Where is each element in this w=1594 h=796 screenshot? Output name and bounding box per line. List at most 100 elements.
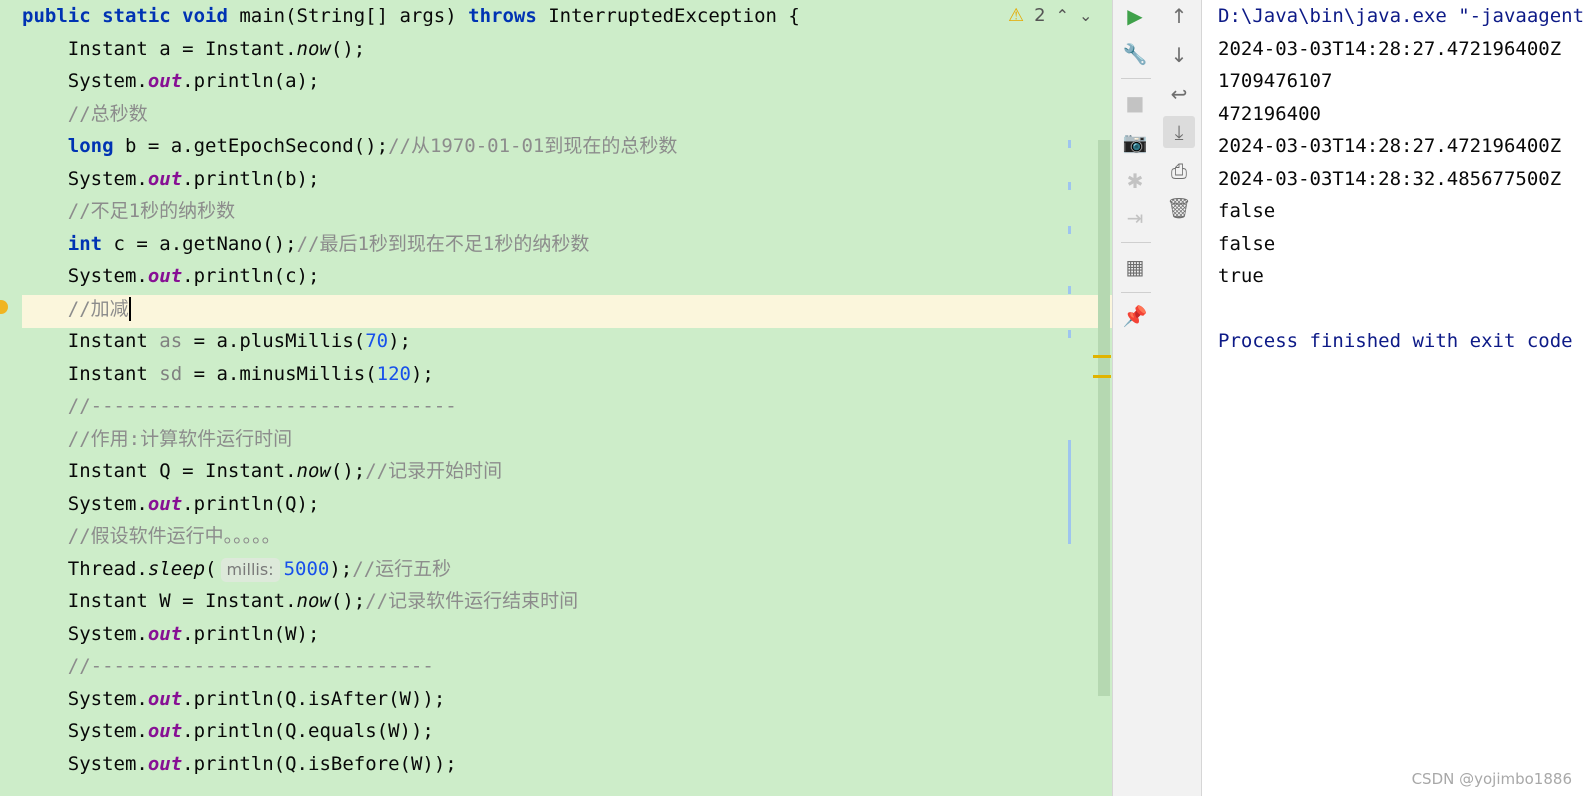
layout-icon[interactable]: ▦	[1119, 251, 1151, 283]
code-line[interactable]: Instant Q = Instant.now();//记录开始时间	[0, 455, 502, 488]
wrench-icon[interactable]: 🔧	[1119, 38, 1151, 70]
code-line[interactable]: //假设软件运行中。。。。。	[0, 520, 281, 553]
code-token: System.	[22, 167, 148, 190]
code-token: ();	[330, 37, 366, 60]
exit-icon[interactable]: ⇥	[1119, 202, 1151, 234]
next-highlight-icon[interactable]: ⌄	[1079, 6, 1092, 25]
code-token: out	[147, 752, 183, 775]
toolbar-separator	[1121, 242, 1151, 243]
previous-highlight-icon[interactable]: ⌃	[1056, 6, 1069, 25]
code-line[interactable]: System.out.println(Q);	[0, 488, 320, 521]
code-editor[interactable]: public static void main(String[] args) t…	[0, 0, 1112, 796]
print-icon[interactable]: ⎙	[1163, 155, 1195, 187]
console-line: D:\Java\bin\java.exe "-javaagent	[1218, 5, 1585, 27]
code-line[interactable]: System.out.println(Q.isBefore(W));	[0, 748, 457, 781]
code-token: now	[296, 590, 331, 612]
run-toolbar: ▶ 🔧 ■ 📷 ✱ ⇥ ▦ 📌	[1112, 0, 1158, 796]
code-token: (	[205, 557, 217, 580]
code-line[interactable]: Instant sd = a.minusMillis(120);	[0, 358, 434, 391]
code-token: Instant	[22, 330, 160, 352]
code-token: int	[67, 232, 114, 255]
code-line[interactable]: Instant as = a.plusMillis(70);	[0, 325, 411, 358]
code-token: .println(W);	[182, 622, 320, 645]
code-line[interactable]: System.out.println(c);	[0, 260, 320, 293]
console-line: true	[1218, 265, 1264, 287]
trash-icon[interactable]: 🗑	[1163, 192, 1195, 224]
code-token: //记录开始时间	[365, 460, 503, 482]
code-token: System.	[22, 622, 148, 645]
code-line[interactable]: //加减	[0, 293, 131, 326]
code-token: //加减	[22, 297, 129, 320]
code-token: public static void	[22, 5, 240, 27]
change-marker	[1068, 226, 1071, 234]
code-token: .println(Q.isAfter(W));	[182, 687, 446, 710]
warning-icon: ⚠	[1008, 4, 1025, 26]
console-line: 2024-03-03T14:28:27.472196400Z	[1218, 135, 1562, 157]
code-line[interactable]: int c = a.getNano();//最后1秒到现在不足1秒的纳秒数	[0, 228, 590, 261]
code-token: //记录软件运行结束时间	[365, 590, 579, 612]
code-line[interactable]: //总秒数	[0, 98, 148, 131]
code-token: .println(Q.equals(W));	[182, 720, 434, 742]
code-token: 70	[365, 330, 389, 352]
code-line[interactable]: System.out.println(b);	[0, 163, 320, 196]
scroll-up-icon[interactable]: ↑	[1163, 0, 1195, 32]
code-line[interactable]: System.out.println(a);	[0, 65, 320, 98]
scroll-to-end-icon[interactable]: ⤓	[1163, 116, 1195, 148]
scroll-down-icon[interactable]: ↓	[1163, 39, 1195, 71]
code-token: out	[147, 265, 183, 287]
code-token: out	[147, 720, 183, 742]
code-token: Instant a = Instant.	[22, 37, 297, 60]
code-line[interactable]: //------------------------------	[0, 650, 434, 683]
code-token: System.	[22, 720, 148, 742]
editor-scrollbar[interactable]	[1098, 140, 1110, 696]
console-line: 2024-03-03T14:28:27.472196400Z	[1218, 37, 1562, 60]
inspection-widget[interactable]: ⚠ 2 ⌃ ⌄	[1008, 2, 1092, 28]
code-token: = a.plusMillis(	[182, 330, 366, 352]
code-token: Thread.	[22, 557, 148, 580]
camera-icon[interactable]: 📷	[1119, 126, 1151, 158]
code-line[interactable]: System.out.println(W);	[0, 618, 320, 651]
stop-icon[interactable]: ■	[1119, 87, 1151, 119]
console-toolbar: ↑ ↓ ↩ ⤓ ⎙ 🗑	[1157, 0, 1202, 796]
code-line[interactable]: public static void main(String[] args) t…	[0, 0, 800, 33]
warning-stripe[interactable]	[1093, 375, 1111, 378]
code-line[interactable]: Instant a = Instant.now();	[0, 33, 365, 66]
code-token: //假设软件运行中。。。。。	[22, 525, 281, 547]
code-line[interactable]: System.out.println(Q.equals(W));	[0, 715, 434, 748]
code-token: out	[147, 492, 183, 515]
code-line[interactable]: long b = a.getEpochSecond();//从1970-01-0…	[0, 130, 678, 163]
debug-bug-icon[interactable]: ✱	[1119, 165, 1151, 197]
code-line[interactable]: Instant W = Instant.now();//记录软件运行结束时间	[0, 585, 578, 618]
code-line[interactable]: //--------------------------------	[0, 390, 457, 423]
code-token: as	[159, 330, 183, 352]
code-token: b = a.getEpochSecond();	[124, 135, 389, 157]
text-caret	[128, 297, 131, 321]
code-token: 120	[376, 362, 411, 385]
warning-stripe[interactable]	[1093, 355, 1111, 358]
run-console[interactable]: CSDN @yojimbo1886 D:\Java\bin\java.exe "…	[1202, 0, 1594, 796]
code-token: out	[147, 687, 183, 710]
code-token: );	[388, 330, 411, 352]
code-line[interactable]: System.out.println(Q.isAfter(W));	[0, 683, 446, 716]
code-token: System.	[22, 492, 148, 515]
code-token: //运行五秒	[352, 557, 452, 580]
code-token: System.	[22, 265, 148, 287]
pin-icon[interactable]: 📌	[1119, 300, 1151, 332]
code-token: //总秒数	[22, 102, 148, 125]
change-marker	[1068, 330, 1071, 338]
code-token: out	[147, 167, 183, 190]
console-line: false	[1218, 200, 1276, 222]
console-line: 472196400	[1218, 102, 1321, 125]
code-token: long	[67, 135, 125, 157]
code-token: System.	[22, 752, 148, 775]
rerun-icon[interactable]: ▶	[1119, 0, 1151, 32]
current-line-highlight	[22, 295, 1112, 328]
code-line[interactable]: //作用:计算软件运行时间	[0, 423, 292, 456]
code-line[interactable]: Thread.sleep(millis: 5000);//运行五秒	[0, 553, 451, 586]
code-line[interactable]: //不足1秒的纳秒数	[0, 195, 235, 228]
code-token: throws	[468, 5, 549, 27]
code-token: System.	[22, 70, 148, 92]
code-token: main(String[] args)	[239, 5, 469, 27]
soft-wrap-icon[interactable]: ↩	[1163, 78, 1195, 110]
parameter-hint: millis:	[220, 557, 280, 582]
